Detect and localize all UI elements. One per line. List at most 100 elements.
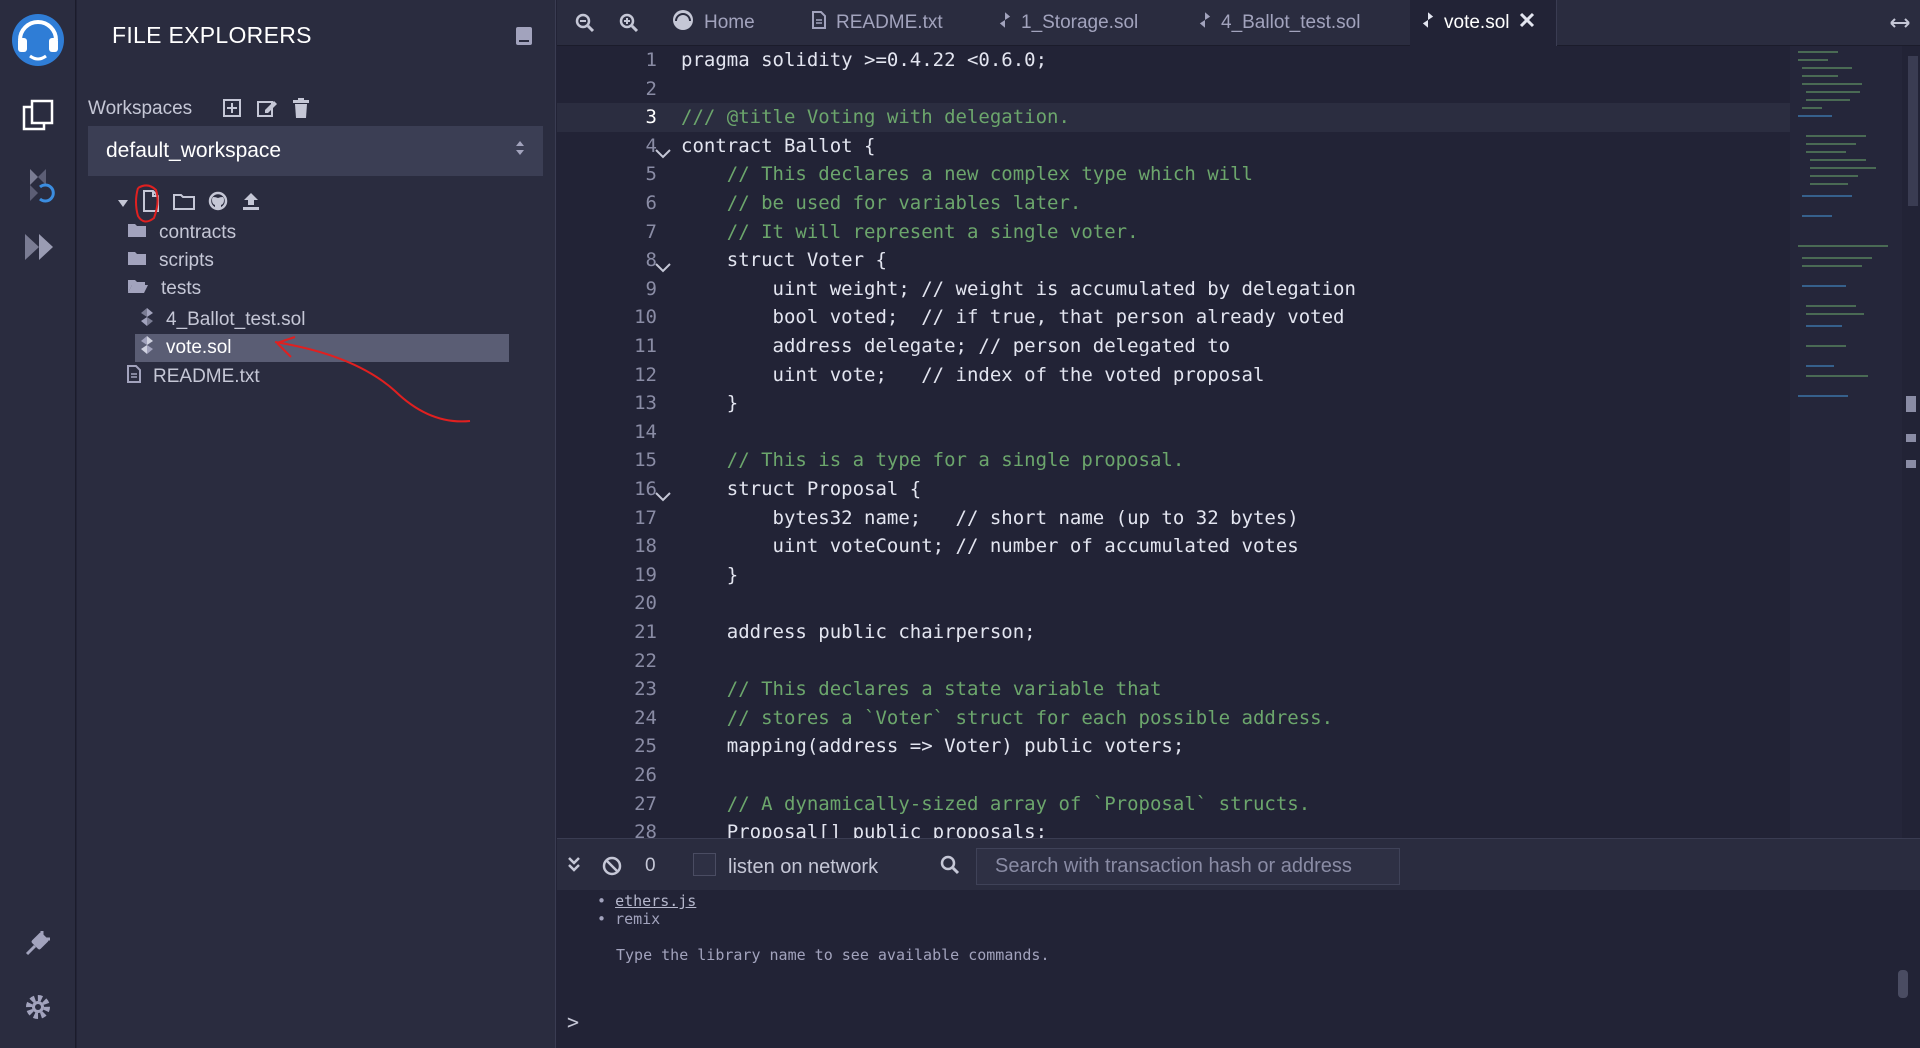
- pending-tx-count: 0: [645, 855, 656, 876]
- file-4-ballot-test[interactable]: 4_Ballot_test.sol: [140, 307, 305, 333]
- folder-label: contracts: [159, 222, 237, 243]
- new-file-icon[interactable]: [142, 190, 160, 217]
- code-text: bool voted; // if true, that person alre…: [681, 306, 1345, 329]
- folder-scripts[interactable]: scripts: [127, 250, 214, 272]
- deploy-run-icon[interactable]: [0, 222, 76, 272]
- folder-contracts[interactable]: contracts: [127, 222, 236, 244]
- line-number: 2: [645, 77, 657, 100]
- tab-label: 1_Storage.sol: [1021, 12, 1139, 33]
- code-line: 2: [557, 75, 1792, 104]
- line-number: 9: [645, 277, 657, 300]
- transaction-search-input[interactable]: Search with transaction hash or address: [976, 848, 1400, 885]
- editor-scrollbar[interactable]: [1902, 46, 1920, 838]
- rename-workspace-icon[interactable]: [256, 98, 278, 123]
- file-explorer-icon[interactable]: [0, 90, 76, 140]
- delete-workspace-icon[interactable]: [292, 98, 310, 123]
- create-workspace-icon[interactable]: [222, 98, 242, 123]
- zoom-in-icon[interactable]: [619, 0, 639, 46]
- tab-4-ballot-test[interactable]: 4_Ballot_test.sol: [1199, 0, 1360, 46]
- expand-panel-icon[interactable]: [1890, 0, 1910, 46]
- code-text: address delegate; // person delegated to: [681, 335, 1231, 357]
- code-text: uint vote; // index of the voted proposa…: [681, 363, 1265, 386]
- code-text: }: [681, 392, 739, 415]
- tab-1-storage[interactable]: 1_Storage.sol: [999, 0, 1138, 46]
- code-text: address public chairperson;: [681, 621, 1036, 643]
- editor-minimap[interactable]: [1790, 46, 1902, 838]
- documentation-book-icon[interactable]: [515, 26, 533, 51]
- line-number: 21: [634, 621, 657, 643]
- solidity-file-icon: [1199, 11, 1211, 35]
- code-line: 22: [557, 647, 1792, 676]
- upload-icon[interactable]: [241, 191, 261, 216]
- folder-tests[interactable]: tests: [127, 278, 201, 300]
- workspace-selected-value: default_workspace: [106, 139, 282, 162]
- workspaces-label: Workspaces: [88, 98, 193, 119]
- file-vote-sol[interactable]: vote.sol: [135, 334, 509, 362]
- code-line: 20: [557, 589, 1792, 618]
- remix-home-icon: [672, 9, 694, 37]
- listen-network-label: listen on network: [728, 856, 879, 878]
- github-icon[interactable]: [208, 191, 228, 216]
- folder-open-icon: [127, 278, 149, 300]
- code-editor[interactable]: 1 pragma solidity >=0.4.22 <0.6.0; 2 3 ///…: [557, 46, 1920, 838]
- text-file-icon: [127, 365, 141, 389]
- new-folder-icon[interactable]: [173, 192, 195, 215]
- terminal-scrollbar[interactable]: [1898, 970, 1908, 998]
- tab-readme[interactable]: README.txt: [812, 0, 943, 46]
- line-number: 26: [634, 764, 657, 786]
- line-number: 11: [634, 335, 657, 357]
- plugin-manager-icon[interactable]: [0, 918, 76, 968]
- folder-icon: [127, 222, 147, 244]
- remix-logo-icon[interactable]: [0, 8, 76, 72]
- code-text: uint voteCount; // number of accumulated…: [681, 535, 1299, 558]
- search-icon: [940, 855, 960, 880]
- code-line: 17 bytes32 name; // short name (up to 32…: [557, 504, 1792, 533]
- code-text: // This is a type for a single proposal.: [681, 449, 1185, 472]
- line-number: 15: [634, 449, 657, 472]
- line-number: 23: [634, 678, 657, 701]
- solidity-file-icon: [1422, 11, 1434, 35]
- clear-console-icon[interactable]: [602, 856, 622, 881]
- close-tab-icon[interactable]: [1519, 12, 1535, 34]
- code-text: // This declares a state variable that: [681, 678, 1162, 701]
- code-text: /// @title Voting with delegation.: [681, 106, 1070, 129]
- code-line: 9 uint weight; // weight is accumulated …: [557, 275, 1792, 304]
- panel-title: FILE EXPLORERS: [112, 22, 312, 48]
- terminal-prompt[interactable]: >: [567, 1010, 579, 1034]
- line-number: 4: [645, 134, 657, 157]
- tab-home[interactable]: Home: [672, 0, 755, 46]
- solidity-compiler-icon[interactable]: [0, 160, 76, 210]
- workspace-select[interactable]: default_workspace: [88, 126, 543, 176]
- line-number: 17: [634, 506, 657, 529]
- ethers-link[interactable]: ethers.js: [615, 892, 696, 910]
- code-line: 16 struct Proposal {: [557, 475, 1792, 504]
- collapse-terminal-icon[interactable]: [567, 856, 581, 879]
- output-text: remix: [615, 910, 661, 928]
- code-line: 5 // This declares a new complex type wh…: [557, 160, 1792, 189]
- line-number: 18: [634, 535, 657, 558]
- output-list-item: • ethers.js: [597, 892, 697, 910]
- tab-vote-sol[interactable]: vote.sol: [1410, 0, 1557, 46]
- file-readme[interactable]: README.txt: [127, 365, 260, 389]
- code-line: 6 // be used for variables later.: [557, 189, 1792, 218]
- code-line: 12 uint vote; // index of the voted prop…: [557, 361, 1792, 390]
- code-line: 21 address public chairperson;: [557, 618, 1792, 647]
- folder-label: scripts: [159, 250, 214, 271]
- line-number: 12: [634, 363, 657, 386]
- line-number: 16: [634, 478, 657, 500]
- line-number: 6: [645, 192, 657, 214]
- settings-gear-icon[interactable]: [0, 982, 76, 1032]
- caret-down-icon[interactable]: [117, 195, 129, 213]
- icon-panel: [0, 0, 76, 1048]
- code-text: // be used for variables later.: [681, 192, 1082, 214]
- zoom-out-icon[interactable]: [575, 0, 595, 46]
- listen-network-checkbox[interactable]: [693, 853, 716, 876]
- code-line: 28 Proposal[] public proposals;: [557, 818, 1792, 838]
- line-number: 7: [645, 220, 657, 243]
- line-number: 1: [645, 49, 657, 71]
- line-number: 22: [634, 649, 657, 672]
- code-line: 1 pragma solidity >=0.4.22 <0.6.0;: [557, 46, 1792, 75]
- code-text: struct Proposal {: [681, 478, 922, 500]
- editor-tab-bar: Home README.txt 1_Storage.sol 4_Ballot_t…: [557, 0, 1920, 46]
- code-text: // stores a `Voter` struct for each poss…: [681, 706, 1334, 729]
